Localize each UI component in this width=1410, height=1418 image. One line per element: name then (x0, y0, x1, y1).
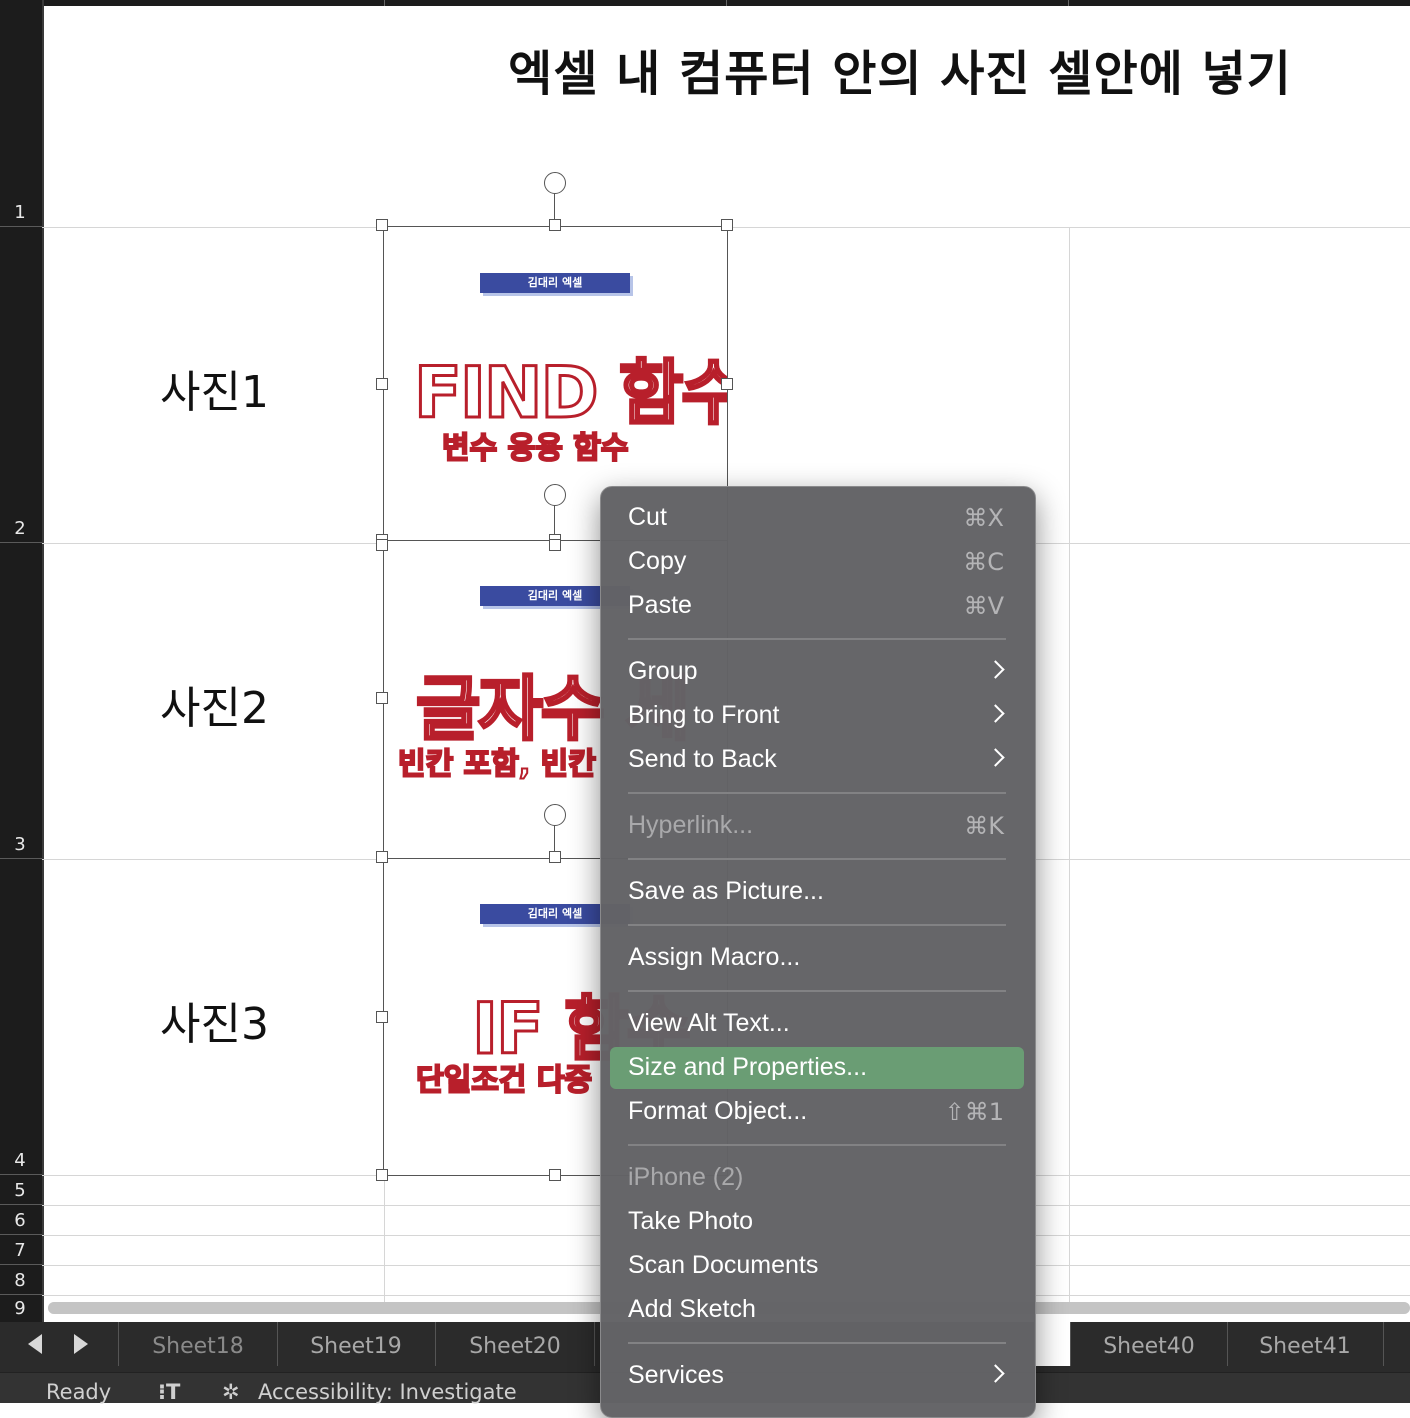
menu-item-format-object[interactable]: Format Object... ⇧⌘1 (610, 1093, 1024, 1133)
chevron-right-icon (986, 704, 1005, 723)
menu-item-label: Copy (628, 547, 687, 575)
menu-item-scan-documents[interactable]: Scan Documents (610, 1247, 1024, 1287)
sheet-title: 엑셀 내 컴퓨터 안의 사진 셀안에 넣기 (508, 46, 1292, 102)
menu-item-label: Take Photo (628, 1207, 754, 1235)
row-number-9[interactable]: 9 (0, 1298, 40, 1319)
row-number-1[interactable]: 1 (0, 202, 40, 223)
menu-item-label: Add Sketch (628, 1295, 756, 1323)
chevron-right-icon (986, 748, 1005, 767)
menu-item-add-sketch[interactable]: Add Sketch (610, 1291, 1024, 1331)
row-number-7[interactable]: 7 (0, 1240, 40, 1261)
menu-item-shortcut: ⌘C (963, 548, 1004, 576)
row-number-5[interactable]: 5 (0, 1180, 40, 1201)
scroll-tabs-right-icon[interactable] (74, 1334, 88, 1354)
row-number-6[interactable]: 6 (0, 1210, 40, 1231)
menu-item-save-as-picture[interactable]: Save as Picture... (610, 873, 1024, 913)
menu-item-cut[interactable]: Cut ⌘X (610, 499, 1024, 539)
picture-badge: 김대리 엑셀 (480, 273, 630, 293)
row-label-photo1: 사진1 (160, 367, 269, 418)
picture-subtitle: 빈칸 포함, 빈칸 (397, 746, 597, 783)
sheet-tab[interactable]: Sheet19 (277, 1322, 436, 1366)
sheet-tab[interactable]: Sheet40 (1070, 1322, 1228, 1366)
menu-item-paste[interactable]: Paste ⌘V (610, 587, 1024, 627)
status-ready: Ready (46, 1380, 112, 1404)
menu-item-shortcut: ⌘V (963, 592, 1004, 620)
menu-item-label: Services (628, 1361, 724, 1389)
menu-separator (628, 990, 1006, 992)
menu-item-take-photo[interactable]: Take Photo (610, 1203, 1024, 1243)
menu-item-label: iPhone (2) (628, 1163, 744, 1191)
rotate-handle-icon[interactable] (544, 172, 566, 194)
menu-separator (628, 1342, 1006, 1344)
menu-item-copy[interactable]: Copy ⌘C (610, 543, 1024, 583)
menu-item-label: Assign Macro... (628, 943, 801, 971)
picture-subtitle: 변수 응용 함수 (441, 430, 629, 467)
picture-subtitle: 단일조건 다중 (415, 1062, 593, 1099)
menu-item-label: Format Object... (628, 1097, 808, 1125)
menu-item-assign-macro[interactable]: Assign Macro... (610, 939, 1024, 979)
menu-item-shortcut: ⇧⌘1 (944, 1098, 1004, 1126)
menu-separator (628, 638, 1006, 640)
column-header-strip (42, 0, 1410, 6)
menu-item-label: Paste (628, 591, 692, 619)
menu-separator (628, 792, 1006, 794)
row-header: 1 2 3 4 5 6 7 8 9 (0, 0, 44, 1322)
row-number-4[interactable]: 4 (0, 1150, 40, 1171)
row-label-photo3: 사진3 (160, 999, 269, 1050)
scroll-tabs-left-icon[interactable] (28, 1334, 42, 1354)
active-sheet-tab[interactable] (1034, 1322, 1070, 1366)
menu-separator (628, 858, 1006, 860)
menu-item-label: Group (628, 657, 698, 685)
menu-item-shortcut: ⌘K (964, 812, 1004, 840)
menu-item-label: Send to Back (628, 745, 777, 773)
menu-item-label: Cut (628, 503, 667, 531)
accessibility-icon[interactable]: ✲ (222, 1380, 240, 1404)
menu-item-services[interactable]: Services (610, 1357, 1024, 1397)
rotate-handle-icon[interactable] (544, 484, 566, 506)
menu-item-group[interactable]: Group (610, 653, 1024, 693)
chevron-right-icon (986, 1364, 1005, 1383)
row-number-8[interactable]: 8 (0, 1270, 40, 1291)
row-number-3[interactable]: 3 (0, 834, 40, 855)
menu-item-send-to-back[interactable]: Send to Back (610, 741, 1024, 781)
edit-mode-icon[interactable]: ⁝T (158, 1380, 180, 1404)
accessibility-status[interactable]: Accessibility: Investigate (258, 1380, 517, 1404)
menu-item-label: View Alt Text... (628, 1009, 790, 1037)
menu-item-view-alt-text[interactable]: View Alt Text... (610, 1005, 1024, 1045)
sheet-tab[interactable]: Sheet18 (118, 1322, 278, 1366)
menu-item-label: Size and Properties... (628, 1053, 868, 1081)
menu-item-hyperlink: Hyperlink... ⌘K (610, 807, 1024, 847)
row-label-photo2: 사진2 (160, 683, 269, 734)
menu-item-label: Bring to Front (628, 701, 780, 729)
menu-item-iphone-header: iPhone (2) (610, 1159, 1024, 1199)
sheet-tab[interactable]: Sheet41 (1227, 1322, 1384, 1366)
menu-item-shortcut: ⌘X (963, 504, 1004, 532)
chevron-right-icon (986, 660, 1005, 679)
rotate-handle-icon[interactable] (544, 804, 566, 826)
sheet-tab[interactable]: Sheet20 (436, 1322, 595, 1366)
menu-item-label: Scan Documents (628, 1251, 819, 1279)
menu-item-label: Hyperlink... (628, 811, 754, 839)
menu-item-size-and-properties[interactable]: Size and Properties... (610, 1047, 1024, 1089)
menu-separator (628, 1144, 1006, 1146)
menu-item-bring-to-front[interactable]: Bring to Front (610, 697, 1024, 737)
menu-item-label: Save as Picture... (628, 877, 824, 905)
menu-separator (628, 924, 1006, 926)
row-number-2[interactable]: 2 (0, 518, 40, 539)
